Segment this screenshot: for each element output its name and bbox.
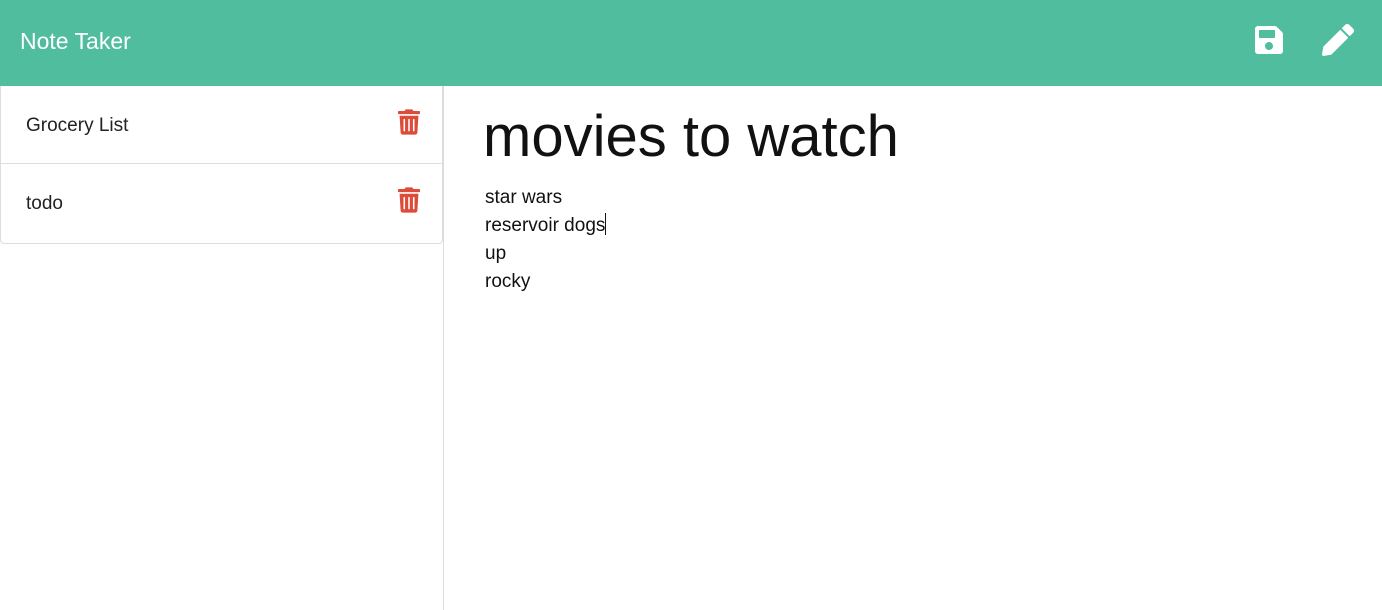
trash-icon-graphic — [398, 109, 420, 135]
list-item[interactable]: Grocery List — [1, 86, 442, 164]
note-text-line-with-caret: reservoir dogs — [485, 212, 1345, 240]
notes-sidebar: Grocery List todo — [0, 86, 444, 610]
text-caret — [605, 213, 607, 235]
new-note-button[interactable] — [1322, 24, 1354, 56]
list-item[interactable]: todo — [1, 164, 442, 243]
note-list-title: todo — [26, 193, 63, 214]
trash-icon[interactable] — [398, 187, 420, 213]
note-textarea[interactable]: star wars reservoir dogs up rocky — [485, 184, 1345, 296]
trash-icon[interactable] — [398, 109, 420, 135]
pencil-icon — [1322, 24, 1354, 56]
save-note-button[interactable] — [1253, 24, 1285, 56]
note-list-title: Grocery List — [26, 115, 129, 136]
note-list: Grocery List todo — [0, 86, 443, 244]
note-text-line: reservoir dogs — [485, 215, 606, 236]
app-brand[interactable]: Note Taker — [20, 27, 131, 55]
navbar: Note Taker — [0, 0, 1382, 86]
note-text-line: star wars — [485, 187, 563, 208]
note-title-input[interactable] — [483, 98, 1343, 174]
note-text-line: rocky — [485, 271, 531, 292]
note-editor: star wars reservoir dogs up rocky — [445, 86, 1382, 610]
note-text-line: up — [485, 243, 507, 264]
save-icon — [1255, 26, 1283, 54]
trash-icon-graphic — [398, 187, 420, 213]
